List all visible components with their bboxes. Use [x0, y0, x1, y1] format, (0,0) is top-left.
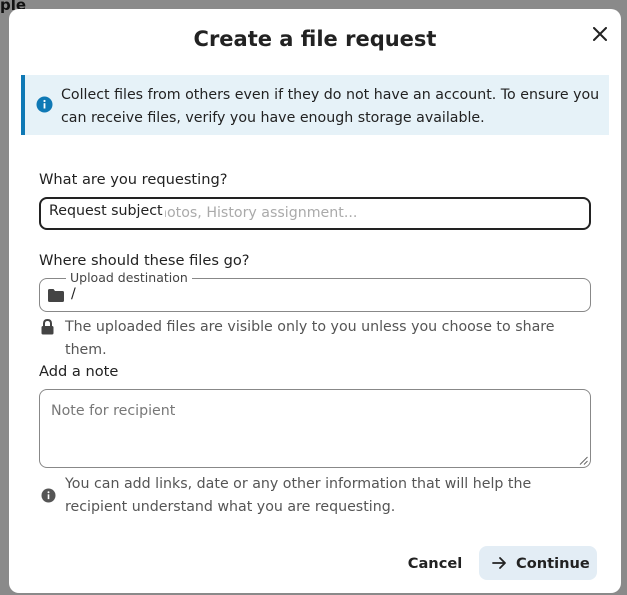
destination-label: Where should these files go? [39, 252, 250, 269]
resize-grip-icon[interactable] [579, 456, 588, 465]
info-icon [36, 96, 53, 113]
upload-destination-legend: Upload destination [66, 270, 192, 285]
upload-destination-field[interactable]: Upload destination / [39, 270, 591, 312]
subject-placeholder: hotos, History assignment... [158, 205, 358, 221]
destination-hint-text: The uploaded files are visible only to y… [65, 319, 555, 358]
file-request-dialog: Create a file request Collect files from… [9, 9, 621, 593]
close-icon [593, 27, 607, 41]
folder-icon [48, 289, 64, 302]
note-hint-text: You can add links, date or any other inf… [65, 476, 532, 515]
note-placeholder: Note for recipient [51, 403, 176, 419]
subject-label: What are you requesting? [39, 171, 228, 188]
dialog-title: Create a file request [193, 27, 437, 51]
lock-icon [41, 319, 54, 335]
arrow-right-icon [492, 557, 506, 569]
note-textarea[interactable]: Note for recipient [39, 389, 591, 468]
note-label: Add a note [39, 363, 119, 380]
continue-label: Continue [516, 554, 590, 572]
subject-input[interactable]: hotos, History assignment... Request sub… [39, 197, 591, 230]
info-banner-text: Collect files from others even if they d… [61, 87, 600, 126]
continue-button[interactable]: Continue [479, 546, 597, 580]
cancel-button[interactable]: Cancel [397, 546, 473, 580]
info-icon [41, 488, 56, 503]
info-banner: Collect files from others even if they d… [21, 75, 609, 135]
upload-destination-value: / [71, 286, 76, 302]
subject-floating-label: Request subject [49, 203, 165, 219]
close-button[interactable] [587, 21, 613, 47]
